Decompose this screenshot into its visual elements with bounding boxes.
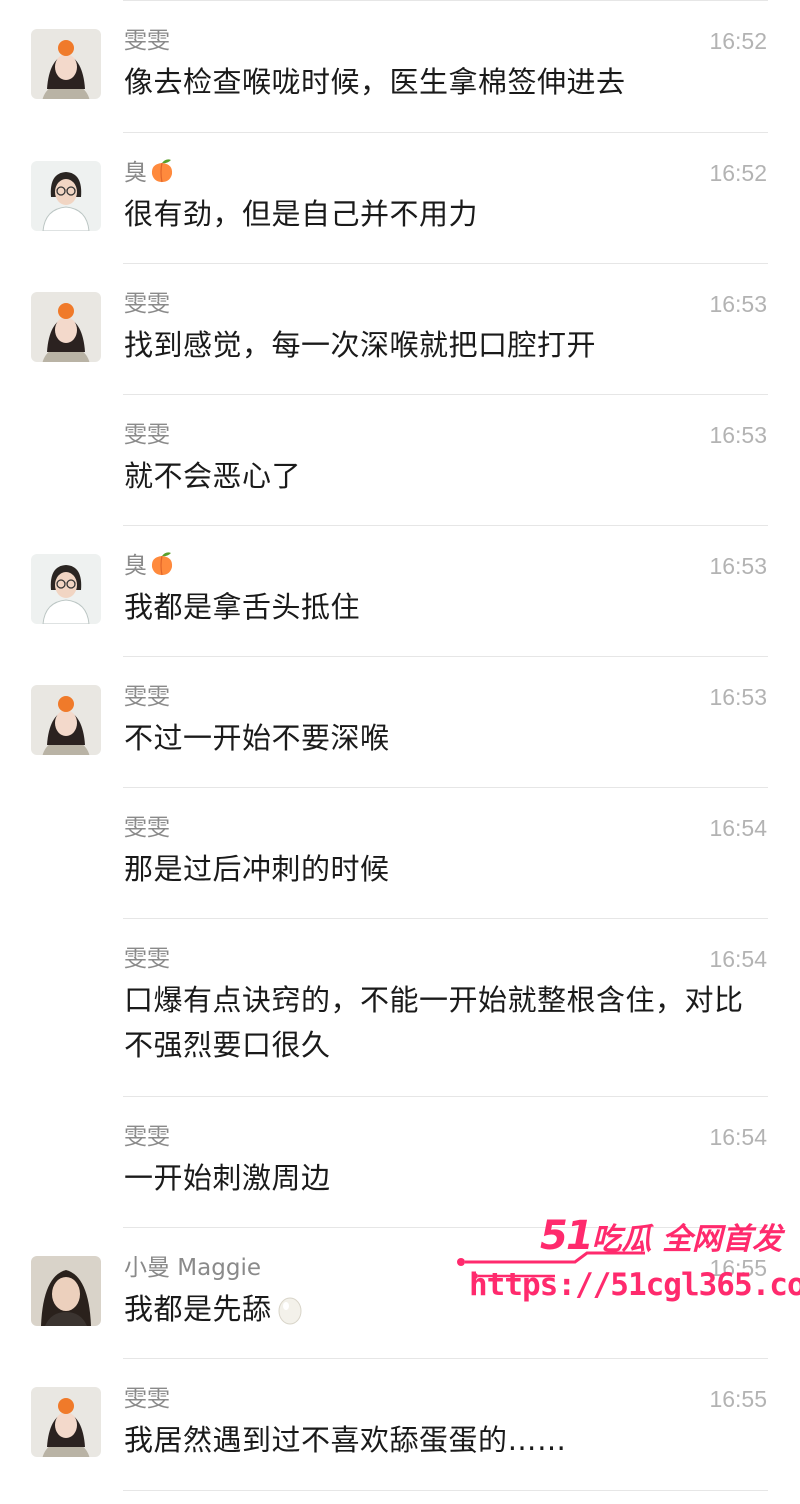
message-text[interactable]: 我居然遇到过不喜欢舔蛋蛋的…… (124, 1418, 764, 1463)
message-time: 16:54 (709, 1124, 767, 1150)
sender-name: 雯雯 (124, 946, 170, 972)
avatar-girl-orange-hat[interactable] (31, 29, 101, 99)
message-divider (123, 787, 768, 788)
message-time: 16:52 (709, 28, 767, 54)
message-text[interactable]: 不过一开始不要深喉 (124, 716, 764, 761)
message-text-content: 我都是先舔 (124, 1292, 272, 1326)
watermark-brand-number: 51 (540, 1213, 594, 1259)
message-time: 16:52 (709, 160, 767, 186)
sender-name: 臭 (124, 158, 175, 188)
watermark-brand-text: 吃瓜 全网首发 (591, 1222, 783, 1257)
message-divider (123, 0, 768, 1)
message-divider (123, 918, 768, 919)
message-time: 16:53 (709, 422, 767, 448)
message-text[interactable]: 就不会恶心了 (124, 454, 764, 499)
avatar-cartoon-glasses[interactable] (31, 554, 101, 624)
message-divider (123, 263, 768, 264)
message-divider (123, 1096, 768, 1097)
sender-name: 雯雯 (124, 28, 170, 54)
watermark: 51吃瓜 全网首发 https://51cgl365.com (455, 1205, 800, 1325)
message-divider (123, 394, 768, 395)
message-divider (123, 1358, 768, 1359)
message-divider (123, 656, 768, 657)
peach-emoji-icon (151, 552, 173, 576)
message-time: 16:54 (709, 946, 767, 972)
sender-name: 雯雯 (124, 684, 170, 710)
message-text[interactable]: 很有劲，但是自己并不用力 (124, 192, 764, 237)
message-time: 16:53 (709, 684, 767, 710)
message-time: 16:55 (709, 1386, 767, 1412)
message-divider (123, 1490, 768, 1491)
sender-name-text: 臭 (124, 553, 147, 579)
sender-name: 小曼 Maggie (124, 1255, 261, 1281)
sender-name: 雯雯 (124, 422, 170, 448)
watermark-url: https://51cgl365.com (469, 1267, 800, 1303)
peach-emoji-icon (151, 159, 173, 183)
avatar-girl-orange-hat[interactable] (31, 685, 101, 755)
watermark-brand: 51吃瓜 全网首发 (540, 1213, 782, 1259)
message-time: 16:54 (709, 815, 767, 841)
message-text[interactable]: 找到感觉，每一次深喉就把口腔打开 (124, 323, 764, 368)
sender-name: 雯雯 (124, 1124, 170, 1150)
sender-name: 雯雯 (124, 815, 170, 841)
sender-name-text: 臭 (124, 160, 147, 186)
message-divider (123, 525, 768, 526)
sender-name: 雯雯 (124, 291, 170, 317)
sender-name: 臭 (124, 551, 175, 581)
avatar-girl-orange-hat[interactable] (31, 292, 101, 362)
message-text[interactable]: 我都是拿舌头抵住 (124, 585, 764, 630)
message-text[interactable]: 口爆有点诀窍的，不能一开始就整根含住，对比不强烈要口很久 (124, 978, 764, 1068)
message-divider (123, 132, 768, 133)
avatar-girl-orange-hat[interactable] (31, 1387, 101, 1457)
sender-name: 雯雯 (124, 1386, 170, 1412)
message-time: 16:53 (709, 291, 767, 317)
message-text[interactable]: 像去检查喉咙时候，医生拿棉签伸进去 (124, 60, 764, 105)
egg-emoji-icon (278, 1297, 302, 1325)
message-time: 16:53 (709, 553, 767, 579)
message-text[interactable]: 一开始刺激周边 (124, 1156, 764, 1201)
avatar-cartoon-glasses[interactable] (31, 161, 101, 231)
message-text[interactable]: 那是过后冲刺的时候 (124, 847, 764, 892)
avatar-photo-woman[interactable] (31, 1256, 101, 1326)
